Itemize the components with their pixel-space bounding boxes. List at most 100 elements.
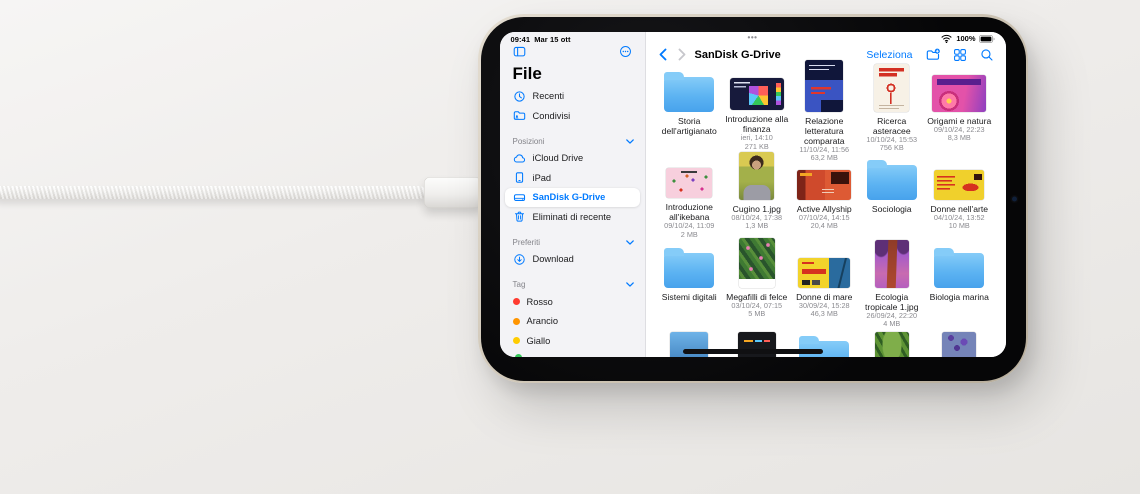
back-icon[interactable] [658, 48, 669, 61]
search-icon[interactable] [980, 48, 994, 62]
file-name: Relazione letteratura comparata [791, 116, 857, 146]
sidebar-item-icloud[interactable]: iCloud Drive [500, 149, 645, 169]
file-item[interactable]: Megafilli di felce03/10/24, 07:155 MB [723, 240, 791, 328]
file-name: Introduzione all'ikebana [656, 202, 722, 222]
sidebar-tag-arancio[interactable]: Arancio [500, 312, 645, 332]
tag-label: Giallo [527, 336, 551, 346]
usb-cable [0, 186, 426, 199]
file-item[interactable]: Cugino 1.jpg08/10/24, 17:381,3 MB [723, 152, 791, 240]
file-item[interactable]: Donne di mare30/09/24, 15:2846,3 MB [791, 240, 859, 328]
sidebar-item-label: SanDisk G-Drive [533, 192, 606, 202]
file-item-partial[interactable] [858, 328, 926, 357]
folder-icon [867, 165, 917, 200]
front-camera [1012, 196, 1017, 201]
file-name: Origami e natura [927, 116, 991, 126]
file-item[interactable]: Ecologia tropicale 1.jpg26/09/24, 22:204… [858, 240, 926, 328]
file-name: Sistemi digitali [662, 292, 717, 302]
home-indicator[interactable] [683, 349, 823, 354]
section-label: Posizioni [513, 137, 545, 146]
ipad-icon [513, 171, 526, 184]
file-name: Active Allyship [797, 204, 852, 214]
file-item[interactable]: Sociologia [858, 152, 926, 240]
file-name: Donne di mare [796, 292, 852, 302]
section-label: Preferiti [513, 238, 541, 247]
sidebar-item-condivisi[interactable]: Condivisi [500, 106, 645, 126]
tag-dot-orange [513, 318, 520, 325]
sidebar: File Recenti Condivisi Posizioni [500, 32, 646, 357]
file-item[interactable]: Sistemi digitali [656, 240, 724, 328]
folder-icon [664, 77, 714, 112]
file-browser-pane: SanDisk G-Drive Seleziona Storia dell'ar… [646, 32, 1006, 357]
file-thumbnail [797, 170, 851, 200]
sidebar-item-label: Download [533, 254, 574, 264]
file-name: Ricerca asteracee [859, 116, 925, 136]
file-size: 10 MB [949, 222, 970, 231]
file-name: Cugino 1.jpg [733, 204, 781, 214]
navigation-toolbar: SanDisk G-Drive Seleziona [646, 45, 1006, 65]
tag-dot-yellow [513, 337, 520, 344]
file-item[interactable]: Storia dell'artigianato [656, 64, 724, 152]
sidebar-tag-giallo[interactable]: Giallo [500, 331, 645, 351]
file-thumbnail [739, 152, 774, 200]
file-thumbnail [932, 75, 986, 112]
sidebar-item-ipad[interactable]: iPad [500, 168, 645, 188]
cloud-icon [513, 152, 526, 165]
sidebar-item-sandisk-selected[interactable]: SanDisk G-Drive [505, 188, 640, 208]
file-thumbnail [874, 64, 909, 112]
section-tag[interactable]: Tag [500, 277, 645, 292]
file-item[interactable]: Biologia marina [926, 240, 994, 328]
new-folder-icon[interactable] [926, 48, 940, 62]
file-size: 271 KB [745, 143, 769, 152]
file-item[interactable]: Relazione letteratura comparata11/10/24,… [791, 64, 859, 152]
file-name: Sociologia [872, 204, 912, 214]
more-options-icon[interactable] [619, 45, 632, 58]
file-item[interactable]: Introduzione alla finanzaieri, 14:10271 … [723, 64, 791, 152]
file-name: Introduzione alla finanza [724, 114, 790, 134]
external-drive-icon [513, 191, 526, 204]
chevron-down-icon [626, 139, 634, 144]
marketing-scene: 09:41Mar 15 ott ••• 100% File [0, 0, 1140, 494]
file-name: Ecologia tropicale 1.jpg [859, 292, 925, 312]
file-size: 20,4 MB [811, 222, 838, 231]
chevron-down-icon [626, 240, 634, 245]
tag-dot-green-partial [515, 354, 522, 357]
tag-dot-red [513, 298, 520, 305]
sidebar-item-eliminati[interactable]: Eliminati di recente [500, 207, 645, 227]
sidebar-item-label: Condivisi [533, 111, 571, 121]
file-size: 1,3 MB [745, 222, 768, 231]
file-thumbnail [798, 258, 850, 288]
section-preferiti[interactable]: Preferiti [500, 235, 645, 250]
sidebar-item-label: iCloud Drive [533, 153, 584, 163]
file-item[interactable]: Donne nell'arte04/10/24, 13:5210 MB [926, 152, 994, 240]
file-name: Megafilli di felce [726, 292, 787, 302]
app-title: File [513, 65, 645, 83]
ipad-bezel: 09:41Mar 15 ott ••• 100% File [481, 17, 1026, 381]
file-item[interactable]: Origami e natura09/10/24, 22:238,3 MB [926, 64, 994, 152]
file-item[interactable]: Ricerca asteracee10/10/24, 15:53756 KB [858, 64, 926, 152]
select-button[interactable]: Seleziona [866, 49, 912, 61]
toggle-sidebar-icon[interactable] [513, 45, 526, 58]
sidebar-item-recenti[interactable]: Recenti [500, 87, 645, 107]
section-label: Tag [513, 280, 526, 289]
tag-label: Arancio [527, 316, 559, 326]
file-item[interactable]: Active Allyship07/10/24, 14:1520,4 MB [791, 152, 859, 240]
file-name: Storia dell'artigianato [656, 116, 722, 136]
file-thumbnail [875, 332, 909, 357]
file-item[interactable]: Introduzione all'ikebana09/10/24, 11:092… [656, 152, 724, 240]
view-options-icon[interactable] [953, 48, 967, 62]
shared-folder-icon [513, 109, 526, 122]
forward-icon[interactable] [676, 48, 687, 61]
file-thumbnail [666, 168, 712, 198]
section-posizioni[interactable]: Posizioni [500, 134, 645, 149]
file-name: Donne nell'arte [930, 204, 988, 214]
sidebar-tag-rosso[interactable]: Rosso [500, 292, 645, 312]
sidebar-item-download[interactable]: Download [500, 250, 645, 270]
sidebar-item-label: Eliminati di recente [533, 212, 612, 222]
chevron-down-icon [626, 282, 634, 287]
clock-icon [513, 90, 526, 103]
file-name: Biologia marina [930, 292, 989, 302]
file-item-partial[interactable] [926, 328, 994, 357]
file-thumbnail [942, 332, 976, 357]
file-size: 8,3 MB [948, 134, 971, 143]
file-size: 5 MB [748, 310, 765, 319]
